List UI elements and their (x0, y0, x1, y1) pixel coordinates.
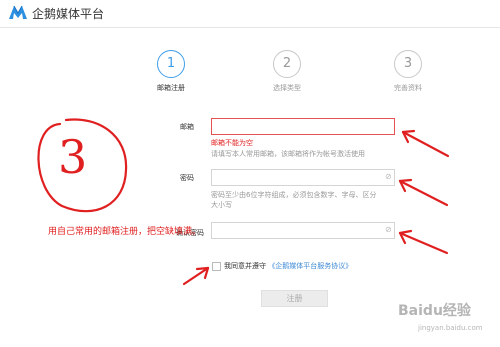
watermark-url: jingyan.baidu.com (418, 324, 483, 332)
arrow-password (398, 178, 449, 207)
arrow-agree (182, 266, 210, 286)
arrow-confirm (398, 229, 449, 255)
annotation-number: 3 (58, 130, 88, 184)
watermark-brand: Baidu经验 (398, 303, 471, 319)
arrow-email (401, 129, 450, 158)
annotation-instruction: 用自己常用的邮箱注册，把空缺填满。 (48, 227, 202, 237)
